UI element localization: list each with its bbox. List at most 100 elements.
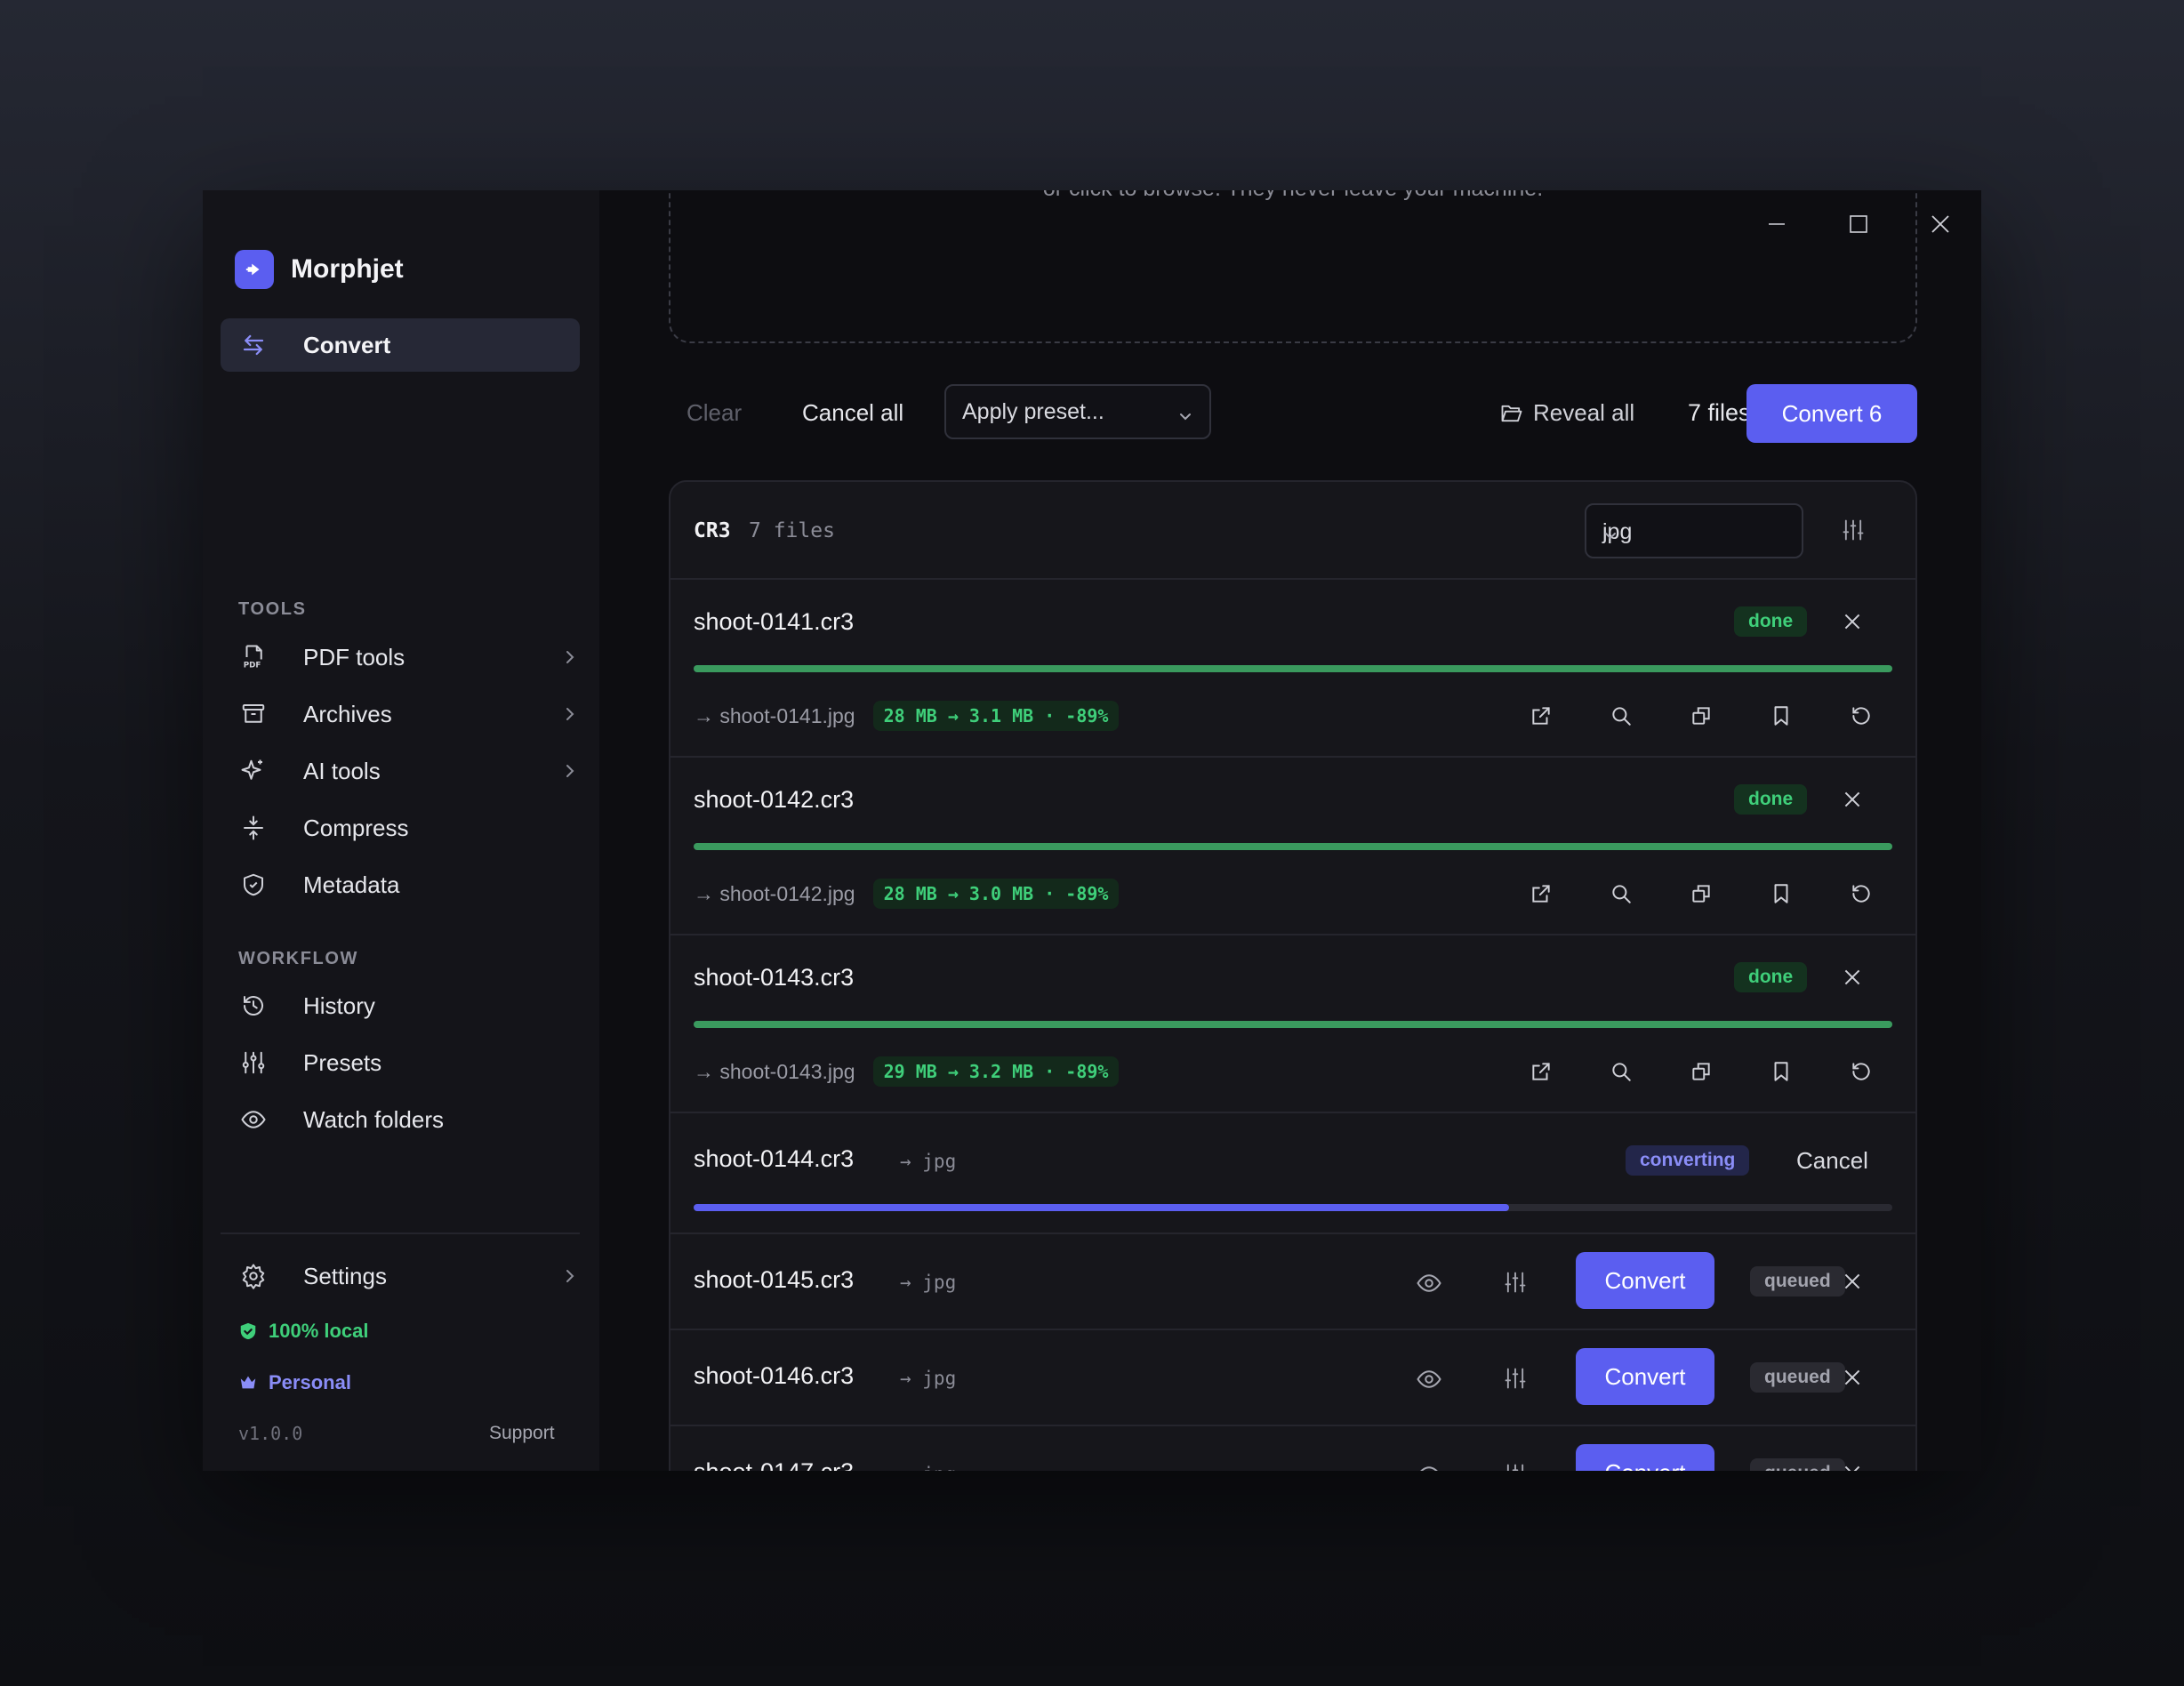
sidebar-item-watch-folders[interactable]: Watch folders [221,1095,580,1144]
local-status: 100% local [238,1320,369,1343]
app-version: v1.0.0 [238,1423,303,1444]
clear-button[interactable]: Clear [687,399,742,427]
sidebar-item-label: Watch folders [303,1105,444,1133]
remove-file-button[interactable] [1841,1270,1864,1297]
bookmark-button[interactable] [1770,1060,1793,1088]
workflow-heading: WORKFLOW [238,949,358,968]
preview-button[interactable] [1416,1462,1442,1471]
open-file-button[interactable] [1530,704,1553,732]
sidebar-item-history[interactable]: History [221,981,580,1031]
status-badge: queued [1750,1458,1845,1471]
sidebar-item-label: Archives [303,700,392,727]
search-icon [1610,1063,1633,1087]
convert-all-button[interactable]: Convert 6 [1746,384,1917,443]
bookmark-button[interactable] [1770,704,1793,732]
sliders-icon [1503,1272,1528,1298]
convert-file-button[interactable]: Convert [1576,1444,1714,1471]
progress-fill [694,665,1892,672]
chevron-down-icon [1177,405,1193,431]
cancel-conversion-button[interactable]: Cancel [1796,1147,1868,1175]
copy-button[interactable] [1690,1060,1713,1088]
history-icon [240,992,267,1019]
maximize-button[interactable] [1818,206,1899,245]
copy-button[interactable] [1690,882,1713,910]
open-file-button[interactable] [1530,882,1553,910]
file-name: shoot-0144.cr3 [694,1145,855,1172]
remove-file-button[interactable] [1841,1366,1864,1393]
reconvert-button[interactable] [1850,704,1873,732]
remove-file-button[interactable] [1841,788,1864,815]
preview-button[interactable] [1610,1060,1633,1088]
status-badge: converting [1626,1145,1750,1176]
copy-icon [1690,1063,1713,1087]
undo-icon [1850,885,1873,909]
status-badge: done [1734,606,1808,637]
file-group-cr3: CR3 7 files jpg shoot-0141.cr3 done → sh… [669,480,1917,1471]
remove-file-button[interactable] [1841,966,1864,993]
open-file-button[interactable] [1530,1060,1553,1088]
copy-button[interactable] [1690,704,1713,732]
sidebar-item-archives[interactable]: Archives [221,689,580,739]
reconvert-button[interactable] [1850,1060,1873,1088]
app-logo-icon [235,250,274,289]
bookmark-icon [1770,706,1793,731]
close-window-button[interactable] [1899,206,1981,245]
reveal-all-label: Reveal all [1533,399,1635,426]
output-info: → shoot-0141.jpg 28 MB → 3.1 MB · -89% [694,701,1120,731]
reveal-all-button[interactable]: Reveal all [1499,399,1634,427]
file-name: shoot-0146.cr3 [694,1362,855,1389]
output-format-select[interactable]: jpg [1585,503,1803,558]
preview-button[interactable] [1610,704,1633,732]
file-settings-button[interactable] [1503,1462,1528,1471]
file-settings-button[interactable] [1503,1270,1528,1299]
copy-icon [1690,885,1713,909]
close-icon [1841,969,1864,992]
reconvert-button[interactable] [1850,882,1873,910]
search-icon [1610,707,1633,731]
close-icon [1841,1369,1864,1393]
file-name: shoot-0142.cr3 [694,786,855,813]
sidebar-item-label: Metadata [303,871,400,898]
preview-button[interactable] [1416,1270,1442,1301]
maximize-icon [1849,214,1868,238]
close-icon [1930,213,1951,239]
undo-icon [1850,707,1873,731]
sidebar-divider [221,1232,580,1234]
support-link[interactable]: Support [489,1423,555,1444]
eye-icon [1416,1274,1442,1300]
shield-icon [240,871,267,898]
file-name: shoot-0145.cr3 [694,1266,855,1293]
cancel-all-button[interactable]: Cancel all [802,399,903,427]
external-link-icon [1530,885,1553,909]
preview-button[interactable] [1416,1366,1442,1397]
output-file-name: → shoot-0142.jpg [694,881,855,905]
svg-text:PDF: PDF [244,661,261,670]
sidebar-item-pdf-tools[interactable]: PDF PDF tools [221,632,580,682]
sidebar-item-metadata[interactable]: Metadata [221,860,580,910]
target-format: → jpg [900,1272,957,1293]
file-row: shoot-0142.cr3 done → shoot-0142.jpg 28 … [670,758,1915,935]
drop-zone[interactable]: or click to browse. They never leave you… [669,190,1917,343]
sidebar-item-convert[interactable]: Convert [221,318,580,372]
size-reduction-badge: 28 MB → 3.0 MB · -89% [872,879,1120,909]
preview-button[interactable] [1610,882,1633,910]
remove-file-button[interactable] [1841,610,1864,638]
sidebar-item-label: AI tools [303,757,381,784]
remove-file-button[interactable] [1841,1462,1864,1471]
apply-preset-select[interactable]: Apply preset... [944,384,1211,439]
output-info: → shoot-0143.jpg 29 MB → 3.2 MB · -89% [694,1056,1120,1087]
sidebar-item-compress[interactable]: Compress [221,803,580,853]
bookmark-button[interactable] [1770,882,1793,910]
minimize-button[interactable] [1736,206,1818,245]
sidebar-item-settings[interactable]: Settings [221,1251,580,1301]
progress-bar [694,665,1892,672]
convert-file-button[interactable]: Convert [1576,1252,1714,1309]
convert-file-button[interactable]: Convert [1576,1348,1714,1405]
progress-fill [694,1021,1892,1028]
file-row: shoot-0143.cr3 done → shoot-0143.jpg 29 … [670,935,1915,1113]
sidebar-item-ai-tools[interactable]: AI tools [221,746,580,796]
status-badge: queued [1750,1266,1845,1297]
sidebar-item-presets[interactable]: Presets [221,1038,580,1088]
file-settings-button[interactable] [1503,1366,1528,1395]
group-settings-button[interactable] [1841,518,1866,547]
